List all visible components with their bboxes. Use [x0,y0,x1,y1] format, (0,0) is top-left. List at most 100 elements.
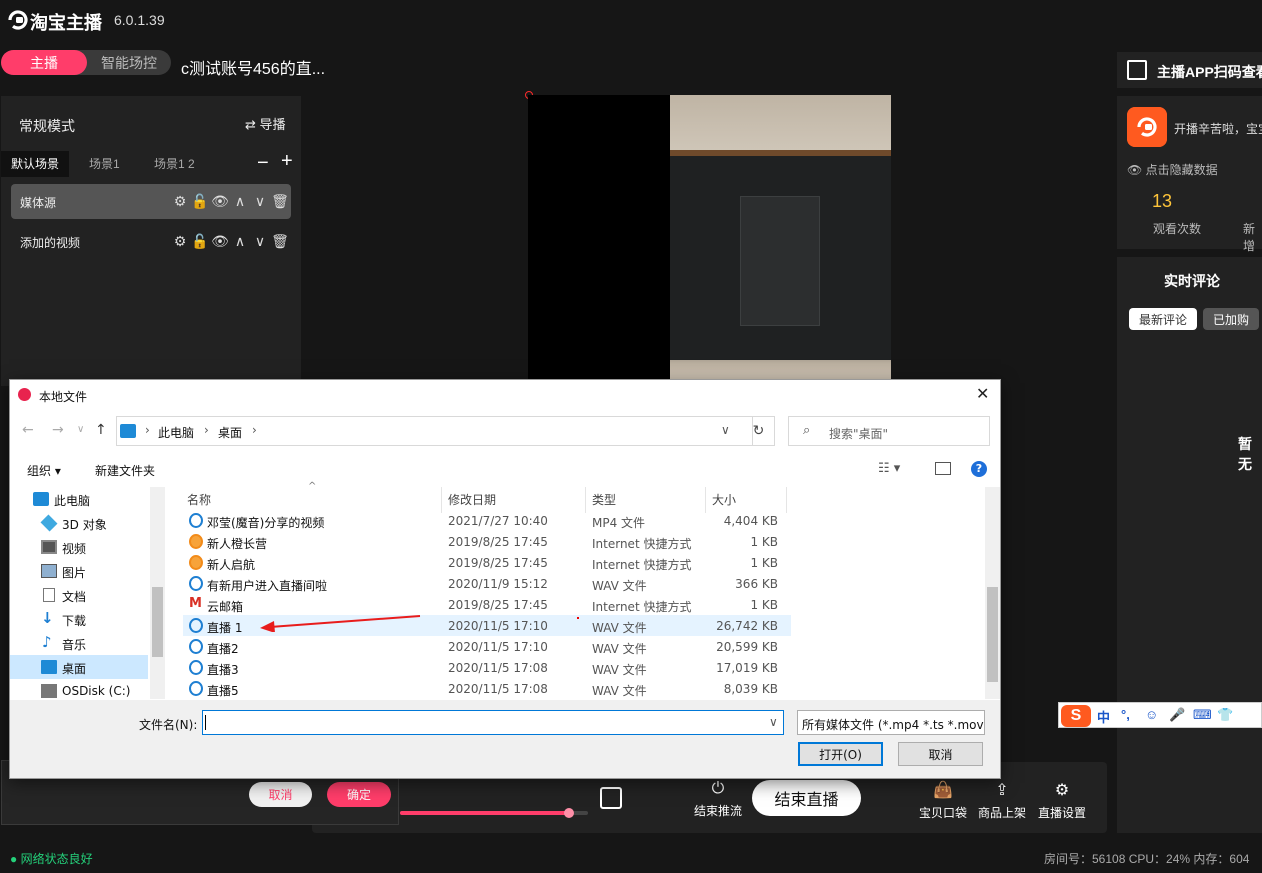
tab-host[interactable]: 主播 [1,50,87,75]
file-row[interactable]: 直播3 2020/11/5 17:08 WAV 文件 17,019 KB [183,657,791,678]
sogou-ime-logo-icon[interactable]: S [1061,705,1091,727]
director-button[interactable]: ⇄ 导播 [245,114,286,133]
back-arrow-icon[interactable]: ← [22,422,34,438]
tree-item-music[interactable]: ♪ 音乐 [10,631,148,655]
chevron-down-icon[interactable]: ∨ [769,715,778,729]
up-arrow-icon[interactable]: ↑ [95,422,107,438]
emoji-icon[interactable]: ☺ [1145,707,1158,722]
file-list: ^ 名称 修改日期 类型 大小 邓莹(魔音)分享的视频 2021/7/27 10… [183,481,983,699]
breadcrumb-this-pc[interactable]: 此电脑 [158,424,194,441]
keyboard-icon[interactable]: ⌨ [1193,707,1212,723]
popup-cancel-button[interactable]: 取消 [249,782,312,807]
chevron-right-icon[interactable]: › [145,423,150,437]
column-date-header[interactable]: 修改日期 [448,491,496,508]
file-row[interactable]: 直播5 2020/11/5 17:08 WAV 文件 8,039 KB [183,678,791,699]
hide-data-toggle[interactable]: 👁 点击隐藏数据 [1127,161,1218,178]
file-row[interactable]: 新人启航 2019/8/25 17:45 Internet 快捷方式 1 KB [183,552,791,573]
tree-item-this-pc[interactable]: 此电脑 [10,487,148,511]
open-button[interactable]: 打开(O) [798,742,883,766]
volume-slider[interactable] [400,808,588,818]
live-preview[interactable] [528,95,891,380]
cancel-button[interactable]: 取消 [898,742,983,766]
chevron-right-icon[interactable]: › [252,423,257,437]
tree-item-osdisk[interactable]: OSDisk (C:) [10,679,148,699]
chevron-right-icon[interactable]: › [204,423,209,437]
stats-panel: 开播辛苦啦，宝宝 👁 点击隐藏数据 13 观看次数 新增 [1117,96,1262,253]
move-up-icon[interactable]: ∧ [231,193,249,210]
file-row[interactable]: 邓莹(魔音)分享的视频 2021/7/27 10:40 MP4 文件 4,404… [183,510,791,531]
lock-icon[interactable]: 🔓 [191,233,209,250]
tree-item-desktop[interactable]: 桌面 [10,655,148,679]
pc-icon [33,492,49,506]
file-name: 有新用户进入直播间啦 [207,579,328,593]
filetype-select[interactable]: 所有媒体文件 (*.mp4 *.ts *.mov [797,710,985,735]
tab-default-scene[interactable]: 默认场景 [1,151,70,177]
remove-scene-button[interactable]: − [257,152,269,175]
tree-item-downloads[interactable]: ↓ 下载 [10,607,148,631]
audio-mixer-icon[interactable] [600,787,622,809]
organize-button[interactable]: 组织 ▾ [27,462,61,479]
recent-chevron-icon[interactable]: ∨ [77,424,84,435]
tree-item-3d-objects[interactable]: 3D 对象 [10,511,148,535]
file-list-scroll-thumb[interactable] [987,587,998,682]
eye-icon[interactable]: 👁 [211,233,229,250]
product-listing-button[interactable]: ⇪ 商品上架 [975,780,1029,821]
column-name-header[interactable]: 名称 [187,491,211,508]
help-icon[interactable]: ? [971,461,987,477]
tree-item-videos[interactable]: 视频 [10,535,148,559]
microphone-icon[interactable]: 🎤 [1169,707,1185,723]
file-row[interactable]: 有新用户进入直播间啦 2020/11/9 15:12 WAV 文件 366 KB [183,573,791,594]
tree-item-documents[interactable]: 文档 [10,583,148,607]
forward-arrow-icon[interactable]: → [52,422,64,438]
search-input[interactable]: ⌕ 搜索"桌面" [788,416,990,446]
file-date: 2019/8/25 17:45 [448,556,548,570]
trash-icon[interactable]: 🗑 [271,193,289,210]
source-row-video[interactable]: 添加的视频 ⚙ 🔓 👁 ∧ ∨ 🗑 [11,224,291,259]
file-row[interactable]: 直播2 2020/11/5 17:10 WAV 文件 20,599 KB [183,636,791,657]
end-live-button[interactable]: 结束直播 [752,780,861,816]
move-down-icon[interactable]: ∨ [251,233,269,250]
view-options-icon[interactable]: ☷ ▾ [878,461,900,476]
breadcrumb[interactable]: › 此电脑 › 桌面 › ∨ [116,416,753,446]
ime-punctuation[interactable]: °, [1121,707,1130,722]
tree-scrollbar[interactable] [150,487,165,699]
tree-scroll-thumb[interactable] [152,587,163,657]
lock-icon[interactable]: 🔓 [191,193,209,210]
file-type: Internet 快捷方式 [592,537,692,551]
product-bag-button[interactable]: 👜 宝贝口袋 [916,780,970,821]
ime-chinese-mode[interactable]: 中 [1097,707,1110,726]
skin-icon[interactable]: 👕 [1217,707,1233,723]
filename-input[interactable]: ∨ [202,710,784,735]
live-settings-button[interactable]: ⚙ 直播设置 [1035,780,1089,821]
column-type-header[interactable]: 类型 [592,491,616,508]
tab-smart-control[interactable]: 智能场控 [87,50,171,75]
close-icon[interactable]: ✕ [976,384,989,403]
move-up-icon[interactable]: ∧ [231,233,249,250]
settings-gear-icon[interactable]: ⚙ [171,233,189,250]
stop-push-button[interactable]: ⏻ 结束推流 [688,780,748,819]
qr-scan-bar[interactable]: 主播APP扫码查看 [1117,52,1262,88]
new-folder-button[interactable]: 新建文件夹 [95,462,155,479]
tree-item-pictures[interactable]: 图片 [10,559,148,583]
column-size-header[interactable]: 大小 [712,491,736,508]
trash-icon[interactable]: 🗑 [271,233,289,250]
chevron-down-icon[interactable]: ∨ [721,423,730,437]
dialog-titlebar: 本地文件 ✕ [10,380,1000,410]
file-size: 1 KB [750,535,778,549]
popup-confirm-button[interactable]: 确定 [327,782,391,807]
tab-latest-comments[interactable]: 最新评论 [1129,308,1197,330]
tab-added-to-cart[interactable]: 已加购 [1203,308,1259,330]
refresh-button[interactable]: ↻ [743,416,775,446]
move-down-icon[interactable]: ∨ [251,193,269,210]
file-row[interactable]: 新人橙长营 2019/8/25 17:45 Internet 快捷方式 1 KB [183,531,791,552]
tab-scene-1[interactable]: 场景1 [79,151,130,177]
file-list-scrollbar[interactable] [985,487,1000,699]
tab-scene-1-2[interactable]: 场景1 2 [144,151,205,177]
volume-knob[interactable] [564,808,575,818]
eye-icon[interactable]: 👁 [211,193,229,210]
source-row-media[interactable]: 媒体源 ⚙ 🔓 👁 ∧ ∨ 🗑 [11,184,291,219]
settings-gear-icon[interactable]: ⚙ [171,193,189,210]
breadcrumb-desktop[interactable]: 桌面 [218,424,242,441]
preview-pane-icon[interactable] [935,462,951,475]
add-scene-button[interactable]: + [281,150,293,173]
